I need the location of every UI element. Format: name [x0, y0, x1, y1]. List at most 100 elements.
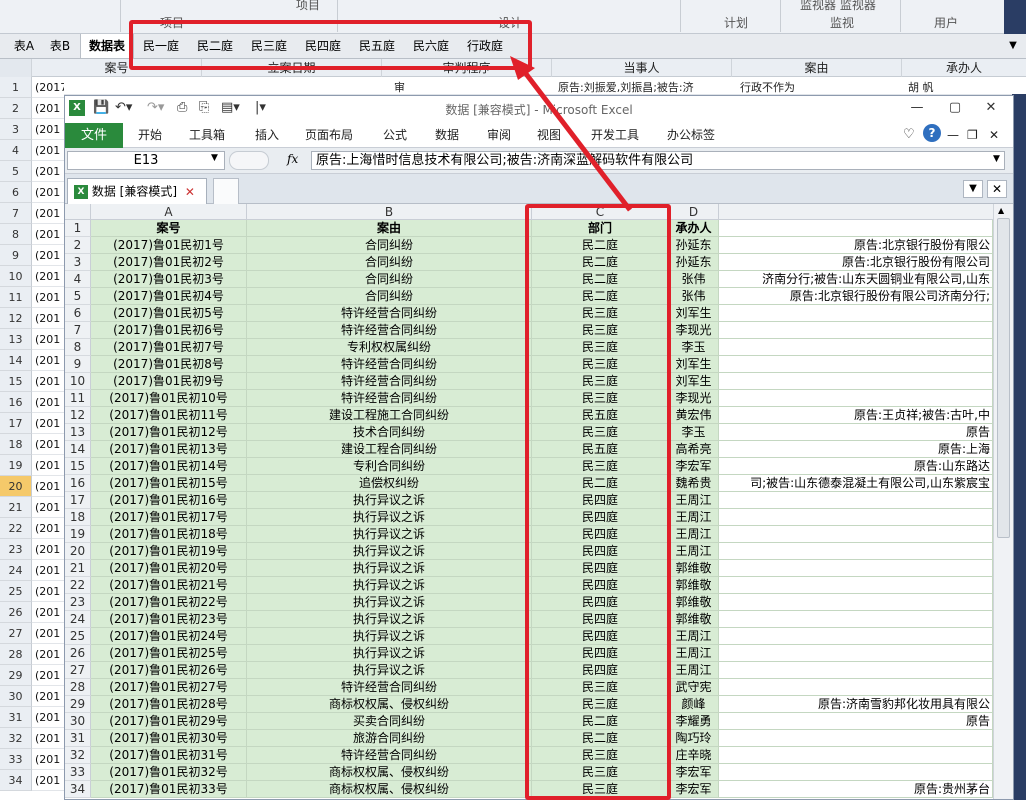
cell-party[interactable] [719, 560, 993, 577]
row-header[interactable]: 10 [65, 373, 91, 390]
background-row-number[interactable]: 18 [0, 434, 32, 455]
row-header[interactable]: 2 [65, 237, 91, 254]
minimize-icon[interactable]: — [905, 99, 929, 117]
doc-restore-icon[interactable]: ❐ [967, 125, 978, 145]
background-case-cell[interactable]: (201 [32, 770, 64, 791]
cell-case-reason[interactable]: 特许经营合同纠纷 [247, 322, 532, 339]
tab-data[interactable]: 数据 [435, 125, 459, 145]
background-row-number[interactable]: 25 [0, 581, 32, 602]
background-row-number[interactable]: 14 [0, 350, 32, 371]
background-case-cell[interactable]: (201 [32, 266, 64, 287]
background-row-number[interactable]: 8 [0, 224, 32, 245]
cell-case-reason[interactable]: 建设工程合同纠纷 [247, 441, 532, 458]
cell-party[interactable] [719, 730, 993, 747]
scrollbar-thumb[interactable] [997, 218, 1010, 538]
background-row-number[interactable]: 7 [0, 203, 32, 224]
row-header[interactable]: 17 [65, 492, 91, 509]
row-header[interactable]: 24 [65, 611, 91, 628]
cell-handler[interactable]: 王周江 [669, 662, 719, 679]
cell-case-reason[interactable]: 执行异议之诉 [247, 509, 532, 526]
cell-party[interactable]: 原告:山东路达 [719, 458, 993, 475]
cell-case-number[interactable]: 案号 [91, 220, 247, 237]
cell-case-number[interactable]: (2017)鲁01民初13号 [91, 441, 247, 458]
cell-case-reason[interactable]: 案由 [247, 220, 532, 237]
background-row-number[interactable]: 4 [0, 140, 32, 161]
row-header[interactable]: 26 [65, 645, 91, 662]
cell-party[interactable] [719, 220, 993, 237]
column-header-a[interactable]: A [91, 204, 247, 220]
sheet-tab-data[interactable]: 数据表 [80, 34, 134, 58]
background-case-cell[interactable]: (201 [32, 686, 64, 707]
cell-party[interactable] [719, 305, 993, 322]
background-row-number[interactable]: 15 [0, 371, 32, 392]
row-header[interactable]: 18 [65, 509, 91, 526]
document-tab-close-icon[interactable]: ✕ [185, 185, 195, 199]
cell-party[interactable]: 原告:刘振爱,刘振昌;被告:济 [558, 79, 694, 95]
cell-party[interactable]: 济南分行;被告:山东天圆铜业有限公司,山东 [719, 271, 993, 288]
row-header[interactable]: 25 [65, 628, 91, 645]
cell-case-number[interactable]: (2017)鲁01民初30号 [91, 730, 247, 747]
background-row-number[interactable]: 5 [0, 161, 32, 182]
cell-case-reason[interactable]: 合同纠纷 [247, 254, 532, 271]
column-header-b[interactable]: B [247, 204, 532, 220]
doc-close-icon[interactable]: ✕ [989, 125, 999, 145]
row-header[interactable]: 22 [65, 577, 91, 594]
cell-handler[interactable]: 王周江 [669, 492, 719, 509]
name-box[interactable]: E13 [67, 151, 225, 170]
cell-case-number[interactable]: (2017)鲁01民初17号 [91, 509, 247, 526]
sheet-tab-a[interactable]: 表A [8, 34, 40, 58]
cell-party[interactable]: 司;被告:山东德泰混凝土有限公司,山东紫宸宝 [719, 475, 993, 492]
cell-party[interactable] [719, 764, 993, 781]
background-row-number[interactable]: 32 [0, 728, 32, 749]
cell-case-reason[interactable]: 合同纠纷 [247, 288, 532, 305]
cell-case-reason[interactable]: 执行异议之诉 [247, 577, 532, 594]
formula-input[interactable]: 原告:上海惜时信息技术有限公司;被告:济南深蓝解码软件有限公司 [311, 151, 1005, 170]
background-row-number[interactable]: 17 [0, 413, 32, 434]
cell-case-number[interactable]: (2017)鲁01民初33号 [91, 781, 247, 798]
cell-case-reason[interactable]: 执行异议之诉 [247, 526, 532, 543]
cell-case-reason[interactable]: 执行异议之诉 [247, 594, 532, 611]
cell-case-reason[interactable]: 建设工程施工合同纠纷 [247, 407, 532, 424]
tab-list-dropdown-icon[interactable]: ▼ [963, 180, 983, 198]
cell-handler[interactable]: 李耀勇 [669, 713, 719, 730]
cell-case-number[interactable]: (2017)鲁01民初14号 [91, 458, 247, 475]
background-case-cell[interactable]: (201 [32, 98, 64, 119]
cell-case-number[interactable]: (2017)鲁01民初4号 [91, 288, 247, 305]
background-case-cell[interactable]: (201 [32, 497, 64, 518]
formula-expand-icon[interactable]: ▼ [993, 154, 1000, 164]
cell-case-number[interactable]: (2017)鲁01民初20号 [91, 560, 247, 577]
cell-case-number[interactable]: (2017)鲁01民初15号 [91, 475, 247, 492]
cell-party[interactable] [719, 747, 993, 764]
background-case-cell[interactable]: (201 [32, 182, 64, 203]
background-row-number[interactable]: 2 [0, 98, 32, 119]
background-row-number[interactable]: 9 [0, 245, 32, 266]
cell-handler[interactable]: 李现光 [669, 322, 719, 339]
cell-handler[interactable]: 庄辛晓 [669, 747, 719, 764]
sheet-tab-dropdown-icon[interactable]: ▼ [1004, 34, 1022, 58]
cell-handler[interactable]: 李现光 [669, 390, 719, 407]
cell-case-number[interactable]: (2017)鲁01民初28号 [91, 696, 247, 713]
cell-case-reason[interactable]: 执行异议之诉 [247, 492, 532, 509]
background-row-number[interactable]: 24 [0, 560, 32, 581]
cell-handler[interactable]: 陶巧玲 [669, 730, 719, 747]
background-case-cell[interactable]: (201 [32, 413, 64, 434]
cell-case-number[interactable]: (2017)鲁01民初12号 [91, 424, 247, 441]
cell-case-reason[interactable]: 追偿权纠纷 [247, 475, 532, 492]
cell-handler[interactable]: 魏希贵 [669, 475, 719, 492]
cell-handler[interactable]: 承办人 [669, 220, 719, 237]
background-row-number[interactable]: 27 [0, 623, 32, 644]
cell-handler[interactable]: 刘军生 [669, 305, 719, 322]
cell-handler[interactable]: 郭维敬 [669, 611, 719, 628]
row-header[interactable]: 13 [65, 424, 91, 441]
formula-bar-toggle[interactable] [229, 151, 269, 170]
cell-handler[interactable]: 王周江 [669, 628, 719, 645]
ribbon-top-item[interactable]: 项目 [296, 0, 320, 13]
scroll-up-icon[interactable]: ▲ [998, 206, 1004, 215]
cell-party[interactable] [719, 492, 993, 509]
cell-party[interactable] [719, 611, 993, 628]
tab-file[interactable]: 文件 [65, 123, 123, 148]
cell-handler[interactable]: 孙延东 [669, 237, 719, 254]
cell-party[interactable] [719, 373, 993, 390]
background-row-number[interactable]: 3 [0, 119, 32, 140]
cell-case-number[interactable]: (2017)鲁01民初26号 [91, 662, 247, 679]
